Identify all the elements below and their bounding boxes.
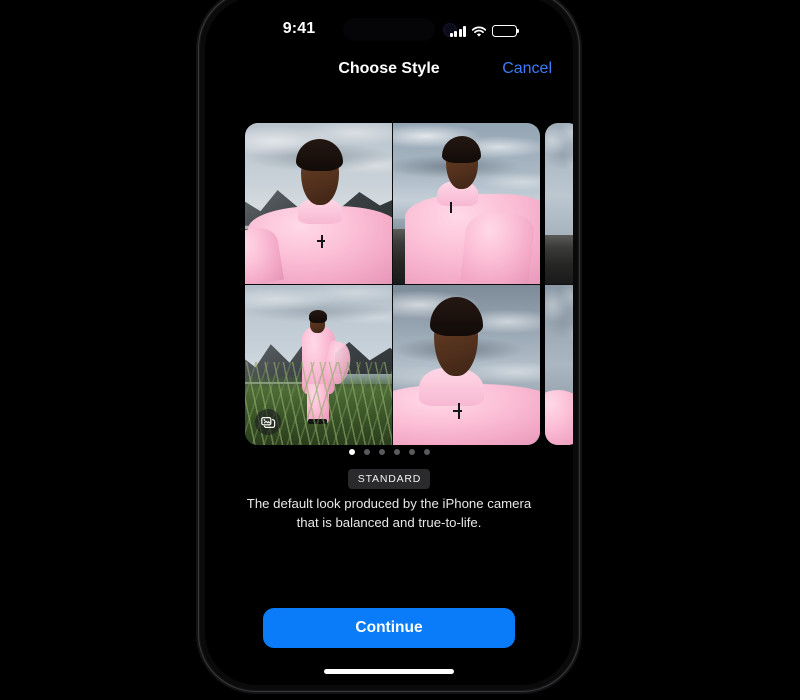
style-description: The default look produced by the iPhone … bbox=[246, 496, 532, 530]
status-bar: 9:41 bbox=[205, 18, 573, 45]
style-preview-card-next[interactable] bbox=[545, 123, 573, 445]
status-bar-time: 9:41 bbox=[282, 20, 316, 37]
style-name-badge: STANDARD bbox=[205, 469, 573, 489]
photo-selfie-mountains bbox=[245, 123, 392, 284]
style-preview-card-active[interactable] bbox=[245, 123, 540, 445]
page-dot-1[interactable] bbox=[348, 449, 355, 455]
style-carousel[interactable] bbox=[205, 123, 573, 445]
page-indicator-dots[interactable] bbox=[205, 449, 573, 455]
page-dot-5[interactable] bbox=[408, 449, 415, 455]
page-dot-6[interactable] bbox=[423, 449, 430, 455]
dynamic-island bbox=[343, 18, 435, 41]
photo-full-body-grass bbox=[245, 284, 392, 445]
photo-next-top bbox=[545, 123, 573, 284]
navigation-bar: Choose Style Cancel bbox=[205, 57, 573, 89]
cellular-bars-icon bbox=[449, 26, 466, 37]
cancel-button[interactable]: Cancel bbox=[502, 57, 552, 81]
photos-stack-icon[interactable] bbox=[255, 409, 281, 435]
phone-screen: 9:41 Choose Style Cancel STANDARD The de… bbox=[205, 0, 573, 685]
status-bar-indicators bbox=[449, 21, 520, 37]
page-dot-4[interactable] bbox=[393, 449, 400, 455]
home-indicator[interactable] bbox=[324, 669, 454, 674]
photo-close-up-sky bbox=[393, 284, 540, 445]
continue-button[interactable]: Continue bbox=[263, 608, 515, 648]
page-dot-3[interactable] bbox=[378, 449, 385, 455]
iphone-device-frame: 9:41 Choose Style Cancel STANDARD The de… bbox=[198, 0, 580, 692]
photo-next-bottom bbox=[545, 284, 573, 445]
battery-icon bbox=[492, 25, 520, 37]
page-dot-2[interactable] bbox=[363, 449, 370, 455]
wifi-icon bbox=[471, 25, 487, 37]
style-name-label: STANDARD bbox=[347, 469, 431, 489]
photo-black-sand-beach bbox=[393, 123, 540, 284]
